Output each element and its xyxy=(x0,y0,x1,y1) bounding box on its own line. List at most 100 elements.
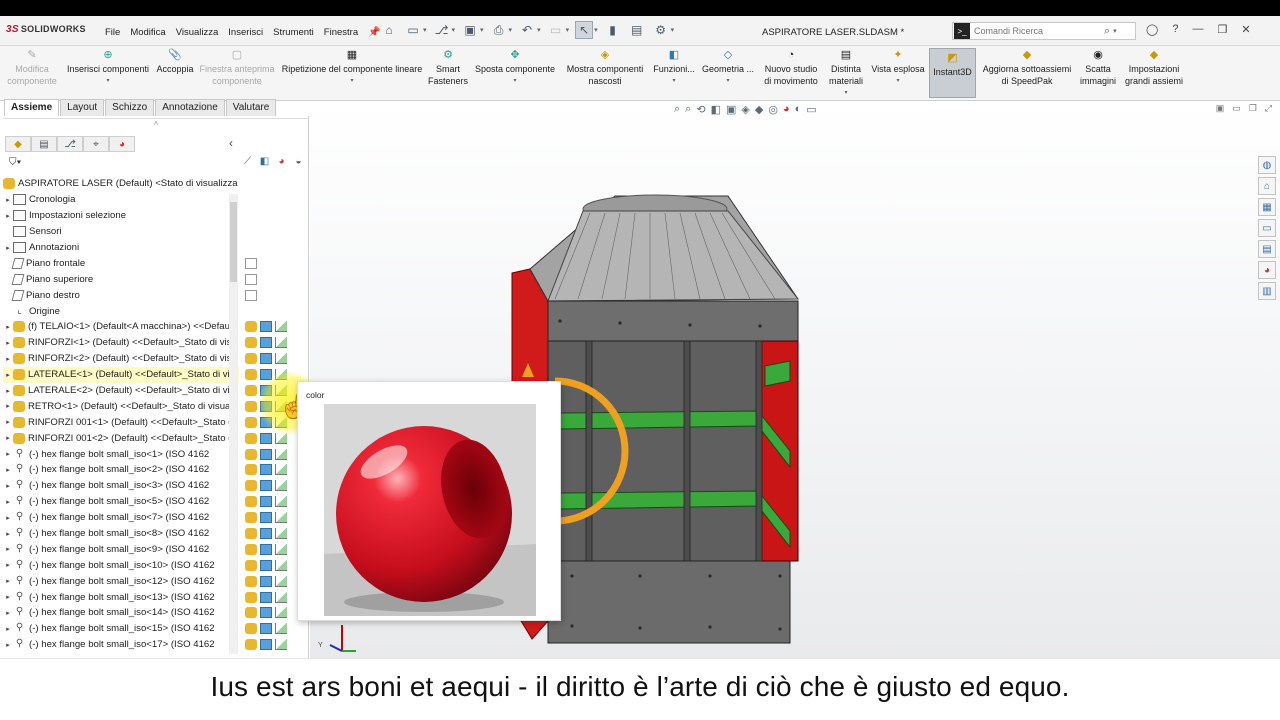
tree-item[interactable]: ▸ Cronologia xyxy=(3,192,239,208)
tree-item[interactable]: ▸ ⚲ (-) hex flange bolt small_iso<5> (ISO … xyxy=(3,494,239,510)
expand-arrow-icon[interactable]: ▸ xyxy=(3,450,13,458)
transparency-toggle[interactable] xyxy=(275,575,287,587)
chevron-down-icon[interactable]: ▾ xyxy=(1113,27,1117,35)
feature-manager-tab-icon[interactable]: ◆ xyxy=(5,136,31,152)
smart-fasteners-button[interactable]: ⚙ Smart Fasteners xyxy=(426,48,470,87)
chevron-down-icon[interactable]: ▾ xyxy=(537,26,541,34)
show-hidden-button[interactable]: ◈ Mostra componenti nascosti xyxy=(562,48,648,87)
tab-valutare[interactable]: Valutare xyxy=(225,99,277,117)
transparency-column-icon[interactable]: ◒ xyxy=(292,156,305,169)
transparency-toggle[interactable] xyxy=(275,591,287,603)
expand-arrow-icon[interactable]: ▸ xyxy=(3,196,13,204)
transparency-toggle[interactable] xyxy=(275,639,287,651)
appearance-column-icon[interactable]: ◕ xyxy=(275,156,288,169)
display-mode-toggle[interactable] xyxy=(260,496,272,508)
tree-item[interactable]: ▸ ⚲ (-) hex flange bolt small_iso<17> (ISO… xyxy=(3,637,239,653)
tree-item[interactable]: ▸ ⚲ (-) hex flange bolt small_iso<8> (ISO … xyxy=(3,526,239,542)
chevron-down-icon[interactable]: ▾ xyxy=(480,26,484,34)
hide-show-toggle[interactable] xyxy=(245,385,257,397)
transparency-toggle[interactable] xyxy=(275,607,287,619)
hide-show-column-icon[interactable]: ⟋ xyxy=(241,156,254,169)
speedpak-button[interactable]: ◆ Aggiorna sottoassiemi di SpeedPak xyxy=(978,48,1076,87)
tree-item[interactable]: ▸ Annotazioni xyxy=(3,240,239,256)
tree-item[interactable]: ▸ ⚲ (-) hex flange bolt small_iso<2> (ISO … xyxy=(3,462,239,478)
new-document-icon[interactable]: ▭ xyxy=(404,21,422,39)
motion-study-button[interactable]: ◔ Nuovo studio di movimento xyxy=(760,48,822,87)
tab-annotazione[interactable]: Annotazione xyxy=(155,99,225,117)
hide-show-toggle[interactable] xyxy=(245,464,257,476)
exploded-view-button[interactable]: ✦ Vista esplosa ▾ xyxy=(868,48,928,87)
expand-arrow-icon[interactable]: ▸ xyxy=(3,339,13,347)
display-mode-toggle[interactable] xyxy=(260,480,272,492)
display-mode-toggle[interactable] xyxy=(260,528,272,540)
expand-arrow-icon[interactable]: ▸ xyxy=(3,530,13,538)
hide-show-toggle[interactable] xyxy=(245,257,257,269)
display-mode-toggle[interactable] xyxy=(260,559,272,571)
transparency-toggle[interactable] xyxy=(275,512,287,524)
features-button[interactable]: ◧ Funzioni... ▾ xyxy=(652,48,696,87)
expand-arrow-icon[interactable]: ▸ xyxy=(3,244,13,252)
tree-item[interactable]: ▸ ⚲ (-) hex flange bolt small_iso<9> (ISO … xyxy=(3,541,239,557)
display-mode-toggle[interactable] xyxy=(260,416,272,428)
file-properties-icon[interactable]: ▤ xyxy=(628,21,646,39)
hide-show-toggle[interactable] xyxy=(245,273,257,285)
expand-arrow-icon[interactable]: ▸ xyxy=(3,323,13,331)
expand-arrow-icon[interactable]: ▸ xyxy=(3,371,13,379)
expand-arrow-icon[interactable]: ▸ xyxy=(3,593,13,601)
expand-arrow-icon[interactable]: ▸ xyxy=(3,641,13,649)
expand-arrow-icon[interactable]: ▸ xyxy=(3,466,13,474)
save-icon[interactable]: ▣ xyxy=(461,21,479,39)
expand-arrow-icon[interactable]: ▸ xyxy=(3,577,13,585)
display-mode-toggle[interactable] xyxy=(260,353,272,365)
hide-show-toggle[interactable] xyxy=(245,353,257,365)
linear-pattern-button[interactable]: ▦ Ripetizione del componente lineare ▾ xyxy=(280,48,424,87)
hide-show-toggle[interactable] xyxy=(245,337,257,349)
display-mode-column-icon[interactable]: ◧ xyxy=(258,156,271,169)
expand-arrow-icon[interactable]: ▸ xyxy=(3,482,13,490)
tab-layout[interactable]: Layout xyxy=(60,99,105,117)
tree-item[interactable]: ▸ ⚲ (-) hex flange bolt small_iso<15> (ISO… xyxy=(3,621,239,637)
display-mode-toggle[interactable] xyxy=(260,464,272,476)
chevron-down-icon[interactable]: ▾ xyxy=(452,26,456,34)
search-input[interactable] xyxy=(974,26,1104,36)
collapse-panel-icon[interactable]: ‹ xyxy=(229,136,233,150)
hide-show-toggle[interactable] xyxy=(245,607,257,619)
tree-item[interactable]: ▸ LATERALE<1> (Default) <<Default>_Stato … xyxy=(3,366,239,383)
hide-show-toggle[interactable] xyxy=(245,448,257,460)
tree-item[interactable]: ▸ ⚲ (-) hex flange bolt small_iso<10> (ISO… xyxy=(3,557,239,573)
tree-item[interactable]: ▸ ⚲ (-) hex flange bolt small_iso<3> (ISO … xyxy=(3,478,239,494)
home-icon[interactable]: ⌂ xyxy=(380,21,398,39)
expand-arrow-icon[interactable]: ▸ xyxy=(3,561,13,569)
hide-show-toggle[interactable] xyxy=(245,496,257,508)
tree-item[interactable]: Piano destro xyxy=(3,287,239,303)
transparency-toggle[interactable] xyxy=(275,432,287,444)
design-library-icon[interactable]: ▦ xyxy=(1258,198,1276,216)
hide-show-toggle[interactable] xyxy=(245,400,257,412)
transparency-toggle[interactable] xyxy=(275,369,287,381)
upper-frame-panel[interactable] xyxy=(547,300,799,342)
tree-item[interactable]: ▸ ⚲ (-) hex flange bolt small_iso<14> (ISO… xyxy=(3,605,239,621)
open-icon[interactable]: ⎇ xyxy=(433,21,451,39)
command-search[interactable]: >_ ⌕ ▾ xyxy=(952,22,1136,40)
hide-show-toggle[interactable] xyxy=(245,289,257,301)
chevron-down-icon[interactable]: ▾ xyxy=(671,26,675,34)
transparency-toggle[interactable] xyxy=(275,496,287,508)
tree-item[interactable]: ▸ RINFORZI<1> (Default) <<Default>_Stato … xyxy=(3,335,239,351)
tree-item[interactable]: ▸ ⚲ (-) hex flange bolt small_iso<13> (ISO… xyxy=(3,589,239,605)
help-icon[interactable]: ? xyxy=(1172,23,1178,36)
tab-schizzo[interactable]: Schizzo xyxy=(105,99,155,117)
transparency-toggle[interactable] xyxy=(275,623,287,635)
display-mode-toggle[interactable] xyxy=(260,639,272,651)
restore-icon[interactable]: ❐ xyxy=(1217,23,1227,36)
edit-component-button[interactable]: ✎ Modifica componente xyxy=(4,48,60,87)
traffic-light-icon[interactable]: ▮ xyxy=(604,21,622,39)
tree-item[interactable]: ▸ RINFORZI 001<1> (Default) <<Default>_St… xyxy=(3,414,239,430)
hide-show-toggle[interactable] xyxy=(245,639,257,651)
expand-arrow-icon[interactable]: ▸ xyxy=(3,387,13,395)
print-icon[interactable]: ⎙ xyxy=(490,21,508,39)
display-mode-toggle[interactable] xyxy=(260,607,272,619)
front-frame-panel[interactable] xyxy=(547,340,759,562)
display-mode-toggle[interactable] xyxy=(260,337,272,349)
transparency-toggle[interactable] xyxy=(275,321,287,333)
instant3d-button[interactable]: ◩ Instant3D xyxy=(929,48,976,98)
